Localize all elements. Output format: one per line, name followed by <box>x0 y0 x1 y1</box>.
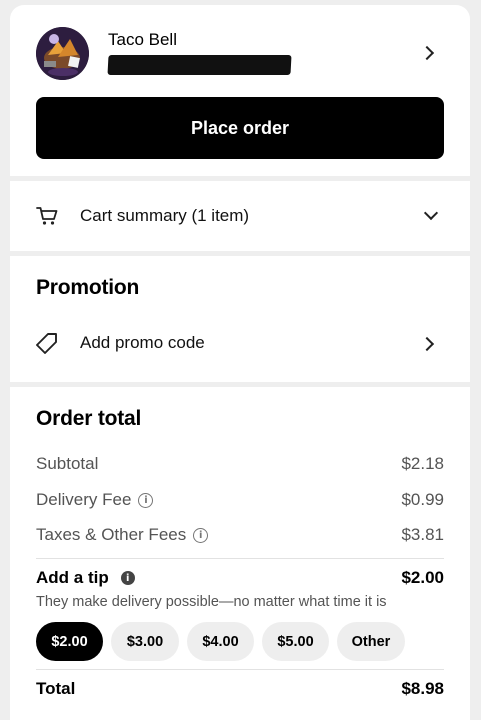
tip-value: $2.00 <box>401 568 444 587</box>
chevron-right-icon[interactable] <box>419 45 435 61</box>
tip-option-2[interactable]: $2.00 <box>36 622 103 661</box>
chevron-right-icon[interactable] <box>419 336 435 352</box>
tip-option-3[interactable]: $3.00 <box>111 622 179 661</box>
tip-option-other[interactable]: Other <box>337 622 405 661</box>
order-total-title: Order total <box>36 407 142 430</box>
store-avatar[interactable] <box>36 27 89 80</box>
store-card: Taco Bell Place order <box>10 5 470 176</box>
info-icon[interactable]: i <box>120 571 135 585</box>
delivery-fee-label: Delivery Fee <box>36 490 132 509</box>
subtotal-row: Subtotal $2.18 <box>36 454 444 474</box>
place-order-button[interactable]: Place order <box>36 97 444 159</box>
total-value: $8.98 <box>401 679 444 698</box>
subtotal-label: Subtotal <box>36 454 99 473</box>
tip-row: Add a tip i $2.00 <box>36 568 444 588</box>
tip-option-5[interactable]: $5.00 <box>262 622 329 661</box>
promotion-section: Promotion Add promo code <box>10 256 470 382</box>
total-row: Total $8.98 <box>36 679 444 699</box>
total-label: Total <box>36 679 76 698</box>
order-total-section: Order total Subtotal $2.18 Delivery Fee … <box>10 387 470 720</box>
add-promo-code-button[interactable]: Add promo code <box>80 333 205 353</box>
cart-summary-row[interactable]: Cart summary (1 item) <box>10 181 470 251</box>
divider <box>36 669 444 670</box>
info-icon[interactable]: i <box>193 527 209 543</box>
store-logo-image <box>36 27 89 80</box>
taxes-fees-value: $3.81 <box>401 525 444 544</box>
store-name: Taco Bell <box>108 30 177 49</box>
taxes-fees-label: Taxes & Other Fees <box>36 525 187 544</box>
chevron-down-icon[interactable] <box>423 205 439 221</box>
tip-subtitle: They make delivery possible—no matter wh… <box>36 594 387 610</box>
tip-option-4[interactable]: $4.00 <box>187 622 254 661</box>
delivery-fee-row: Delivery Fee i $0.99 <box>36 490 444 510</box>
cart-icon <box>36 207 58 225</box>
redacted-address <box>107 55 292 75</box>
cart-summary-label: Cart summary (1 item) <box>80 206 250 225</box>
divider <box>36 558 444 559</box>
promotion-title: Promotion <box>36 276 140 299</box>
info-icon[interactable]: i <box>138 492 154 508</box>
tip-label: Add a tip <box>36 568 109 587</box>
tip-options: $2.00 $3.00 $4.00 $5.00 Other <box>36 622 405 661</box>
delivery-fee-value: $0.99 <box>401 490 444 509</box>
taxes-fees-row: Taxes & Other Fees i $3.81 <box>36 525 444 545</box>
tag-icon <box>36 333 57 354</box>
subtotal-value: $2.18 <box>401 454 444 473</box>
